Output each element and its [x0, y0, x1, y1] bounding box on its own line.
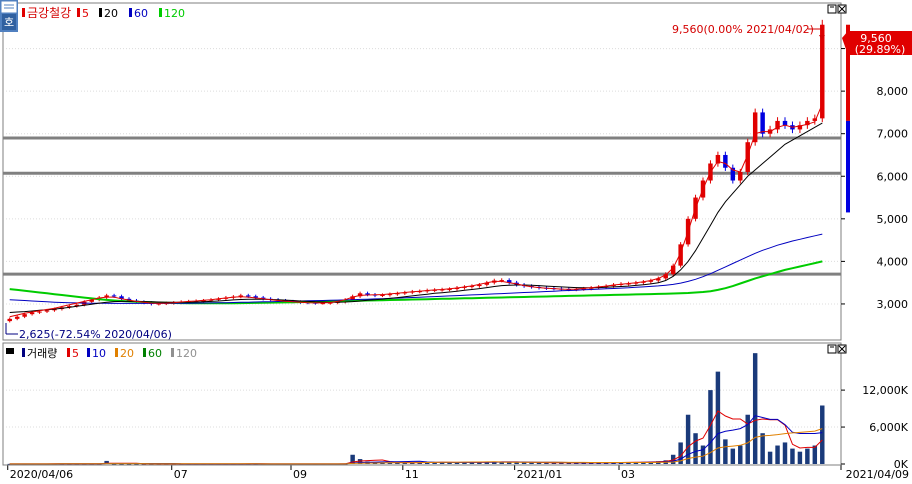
legend-ma-60: 60 [134, 7, 148, 20]
volume-panel [2, 342, 842, 466]
volume-bar [730, 448, 736, 464]
x-tick-label: 11 [405, 468, 419, 480]
current-candle-down [846, 120, 850, 213]
volume-bar [775, 445, 780, 464]
price-panel-maximize-button[interactable] [827, 4, 837, 14]
x-tick-label: 2021/01 [517, 468, 563, 480]
volume-bar [797, 451, 803, 464]
x-tick-label: 2020/04/06 [10, 468, 73, 480]
volume-bar [738, 445, 743, 464]
volume-bar [820, 405, 825, 464]
candle-body [760, 112, 765, 134]
volume-legend-ma-20: 20 [120, 347, 134, 360]
volume-bar [782, 442, 788, 464]
legend-stock-name: 금강철강 [27, 6, 71, 20]
volume-bar [790, 448, 795, 464]
x-tick-label: 03 [621, 468, 635, 480]
legend-ma-120: 120 [164, 7, 185, 20]
volume-bar [805, 448, 810, 464]
candle-body [380, 295, 385, 297]
price-tick-label: 6,000 [877, 170, 909, 183]
legend-ma-20: 20 [104, 7, 118, 20]
candle-body [7, 318, 12, 322]
low-price-annotation: 2,625(-72.54% 2020/04/06) [19, 328, 172, 341]
volume-bar [812, 445, 818, 464]
volume-legend-ma-5: 5 [72, 347, 79, 360]
candle-body [44, 310, 50, 312]
volume-bar [715, 371, 721, 464]
candle-body [111, 295, 117, 297]
legend-ma-5: 5 [82, 7, 89, 20]
volume-legend-ma-120: 120 [176, 347, 197, 360]
volume-bar [760, 433, 765, 464]
volume-tick-label: 6,000K [869, 421, 908, 434]
volume-bar [693, 433, 698, 464]
volume-legend-title: 거래량 [27, 347, 57, 360]
candle-body [246, 295, 251, 297]
high-price-annotation: 9,560(0.00% 2021/04/02) [672, 23, 814, 36]
price-tick-label: 8,000 [877, 85, 909, 98]
candle-body [22, 314, 27, 317]
chart-svg: 호 금강철강 5 20 60 120 거래량 5 10 20 60 120 3,000 4,000 5… [0, 0, 912, 481]
candle-body [738, 172, 743, 181]
x-tick-label: 07 [174, 468, 188, 480]
volume-bar [529, 462, 534, 464]
price-tick-label: 3,000 [877, 298, 909, 311]
candle-body [782, 120, 788, 126]
volume-legend-ma-60: 60 [148, 347, 162, 360]
volume-bar [685, 414, 691, 464]
current-change-label: (29.89%) [855, 43, 906, 56]
candle-body [37, 311, 42, 313]
candle-body [365, 293, 370, 295]
candle-body [745, 142, 750, 172]
volume-bar [767, 451, 773, 464]
price-tick-label: 7,000 [877, 128, 909, 141]
volume-panel-maximize-button[interactable] [827, 344, 837, 354]
volume-bar [723, 439, 728, 464]
horizontal-mode-glyph: 호 [4, 16, 14, 29]
x-tick-label: 09 [293, 468, 307, 480]
volume-legend-ma-10: 10 [92, 347, 106, 360]
stock-chart: 호 금강철강 5 20 60 120 거래량 5 10 20 60 120 3,000 4,000 5… [0, 0, 912, 481]
candle-body [723, 154, 728, 168]
volume-tick-label: 12,000K [862, 384, 908, 397]
price-tick-label: 4,000 [877, 255, 909, 268]
menu-icon[interactable] [1, 1, 17, 13]
price-tick-label: 5,000 [877, 213, 909, 226]
x-tick-label: 2021/04/09 [846, 468, 909, 480]
volume-bar [752, 353, 758, 464]
candle-body [14, 316, 20, 319]
